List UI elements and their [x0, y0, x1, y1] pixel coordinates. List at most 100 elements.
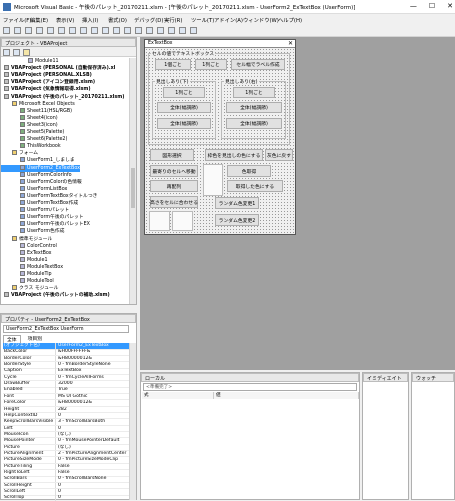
menu-item-5[interactable]: デバッグ(D) — [134, 16, 163, 24]
tree-item[interactable]: UserFormListBox — [1, 185, 67, 193]
tab-category[interactable]: 項目別 — [25, 335, 45, 343]
tree-item[interactable]: VBAProject (PERSONAL.XLSB) — [1, 72, 92, 79]
tree-item[interactable]: Microsoft Excel Objects — [1, 100, 75, 108]
menu-item-10[interactable]: ヘルプ(H) — [278, 16, 302, 24]
tree-item[interactable]: Module1 — [1, 256, 48, 264]
move-to-cell-button[interactable]: 最寄りのセルへ移動 — [150, 165, 198, 177]
userform-extextbox[interactable]: ExTextBox ✕ セルの値でテキストボックス 1個ごと 1列ごと セル幅で… — [144, 39, 296, 235]
object-selector[interactable]: UserForm2_ExTextBox UserForm — [3, 325, 129, 333]
tree-item[interactable]: VBAProject (午後のパレットの補助.xlsm) — [1, 292, 110, 299]
tree-item[interactable]: UserFormTextBoxタイトルつき — [1, 192, 97, 200]
property-value[interactable]: 0 — [55, 495, 129, 501]
close-button[interactable]: ✕ — [447, 2, 453, 10]
right-each-column-button[interactable]: 1列ごと — [233, 87, 275, 98]
tree-item[interactable]: UserForm2_ExTextBox — [1, 164, 80, 172]
undo-icon[interactable] — [80, 27, 87, 34]
right-all-width-button[interactable]: 全体(幅調節) — [226, 102, 282, 113]
tree-item[interactable]: Sheet4(icon) — [1, 114, 58, 122]
help-icon[interactable] — [190, 27, 197, 34]
random-color-button-1[interactable]: ランダム色変更1 — [215, 197, 259, 209]
menu-item-3[interactable]: 挿入(I) — [82, 16, 98, 24]
tree-item[interactable]: UserForm色作成 — [1, 228, 64, 235]
reset-gray-button[interactable]: 灰色に戻す — [265, 149, 293, 161]
get-color-button[interactable]: 色取得 — [227, 165, 271, 177]
tree-item[interactable]: Sheet11(HSL/RGB) — [1, 107, 72, 115]
copy-icon[interactable] — [47, 27, 54, 34]
project-scrollbar[interactable] — [129, 58, 136, 304]
menu-item-4[interactable]: 書式(O) — [108, 16, 127, 24]
tree-item[interactable]: UserFormColorInfo — [1, 171, 72, 179]
tree-item[interactable]: VBAProject (PERSONAL (自動保存済み).xl — [1, 65, 115, 72]
menu-item-8[interactable]: アドイン(A) — [214, 16, 243, 24]
menu-item-0[interactable]: ファイル(F) — [3, 16, 31, 24]
random-color-button-2[interactable]: ランダム色変更2 — [215, 214, 259, 226]
property-row[interactable]: ScrollTop 0 — [3, 495, 129, 501]
cell-width-label-button[interactable]: セル幅でラベル作成 — [231, 59, 285, 70]
project-explorer-icon[interactable] — [146, 27, 153, 34]
each-column-button[interactable]: 1列ごと — [195, 59, 227, 70]
tree-item[interactable]: ModuleTextBox — [1, 263, 63, 271]
stop-icon[interactable] — [124, 27, 131, 34]
tree-item[interactable]: Sheet6(Palette2) — [1, 136, 67, 143]
tree-item[interactable]: UserForm午後のパレット — [1, 214, 84, 221]
tree-item[interactable]: Sheet5(Palette) — [1, 129, 64, 136]
menu-item-1[interactable]: 編集(E) — [30, 16, 48, 24]
tab-all[interactable]: 全体 — [3, 335, 21, 343]
minimize-button[interactable]: — — [410, 2, 417, 10]
tree-item[interactable]: ColorControl — [1, 242, 57, 250]
cut-icon[interactable] — [36, 27, 43, 34]
tree-item[interactable]: ThisWorkbook — [1, 143, 61, 150]
tree-item[interactable]: ModuleTool — [1, 278, 54, 285]
rearrange-button[interactable]: 再配列 — [150, 180, 198, 192]
tree-item[interactable]: VBAProject (午後のパレット_20170211.xlsm) — [1, 93, 124, 101]
tree-item[interactable]: Module11 — [1, 58, 59, 65]
apply-color-button[interactable]: 取得した色にする — [227, 180, 283, 192]
tree-item[interactable]: Sheet3(icon) — [1, 121, 58, 129]
tree-item[interactable]: VBAProject (アイコン登録用.xlsm) — [1, 79, 95, 86]
column-value[interactable]: 値 — [214, 392, 359, 399]
redo-icon[interactable] — [91, 27, 98, 34]
view-object-icon[interactable] — [13, 49, 20, 56]
below-all-width-button-2[interactable]: 全体(幅調節) — [157, 118, 211, 129]
excel-icon[interactable] — [3, 27, 10, 34]
each-cell-button[interactable]: 1個ごと — [155, 59, 191, 70]
tree-item[interactable]: UserForm1_しましま — [1, 157, 75, 164]
below-all-width-button[interactable]: 全体(幅調節) — [157, 102, 211, 113]
properties-scrollbar[interactable] — [129, 343, 136, 500]
save-icon[interactable] — [25, 27, 32, 34]
immediate-window[interactable]: イミディエイト — [362, 372, 409, 500]
form-close-icon[interactable]: ✕ — [288, 40, 293, 48]
paste-icon[interactable] — [58, 27, 65, 34]
header-color-button[interactable]: 枠色を見出しの色にする — [205, 149, 263, 161]
tree-item[interactable]: UserForm午後のパレットEX — [1, 221, 90, 228]
watch-window[interactable]: ウォッチ — [411, 372, 455, 500]
object-browser-icon[interactable] — [168, 27, 175, 34]
tree-item[interactable]: UserFormパレット — [1, 207, 69, 214]
tree-item[interactable]: ModuleTip — [1, 271, 52, 278]
tree-item[interactable]: ExTextBox — [1, 249, 52, 257]
tree-item[interactable]: フォーム — [1, 150, 38, 157]
tree-item[interactable]: UserFormTextBox作成 — [1, 200, 78, 207]
find-icon[interactable] — [69, 27, 76, 34]
view-code-icon[interactable] — [3, 49, 10, 56]
right-all-width-button-2[interactable]: 全体(幅調節) — [226, 118, 282, 129]
toolbox-icon[interactable] — [179, 27, 186, 34]
menu-item-9[interactable]: ウィンドウ(W) — [243, 16, 279, 24]
properties-icon[interactable] — [157, 27, 164, 34]
run-icon[interactable] — [102, 27, 109, 34]
menu-item-2[interactable]: 表示(V) — [56, 16, 74, 24]
property-grid[interactable]: (オブジェクト名) UserForm2_ExTextBox BackColor &H0… — [1, 343, 131, 501]
toggle-folders-icon[interactable] — [23, 49, 30, 56]
column-expression[interactable]: 式 — [142, 392, 214, 399]
tree-item[interactable]: VBAProject (気象情報取得.xlsm) — [1, 86, 91, 93]
maximize-button[interactable]: ☐ — [429, 2, 435, 10]
tree-item[interactable]: クラス モジュール — [1, 285, 58, 292]
tree-item[interactable]: UserFormColorの色情報 — [1, 178, 82, 186]
tree-item[interactable]: 標準モジュール — [1, 235, 52, 243]
select-shapes-button[interactable]: 図形選択 — [150, 149, 194, 161]
design-mode-icon[interactable] — [135, 27, 142, 34]
pause-icon[interactable] — [113, 27, 120, 34]
below-each-column-button[interactable]: 1列ごと — [163, 87, 205, 98]
menu-item-6[interactable]: 実行(R) — [164, 16, 182, 24]
insert-userform-icon[interactable] — [14, 27, 21, 34]
